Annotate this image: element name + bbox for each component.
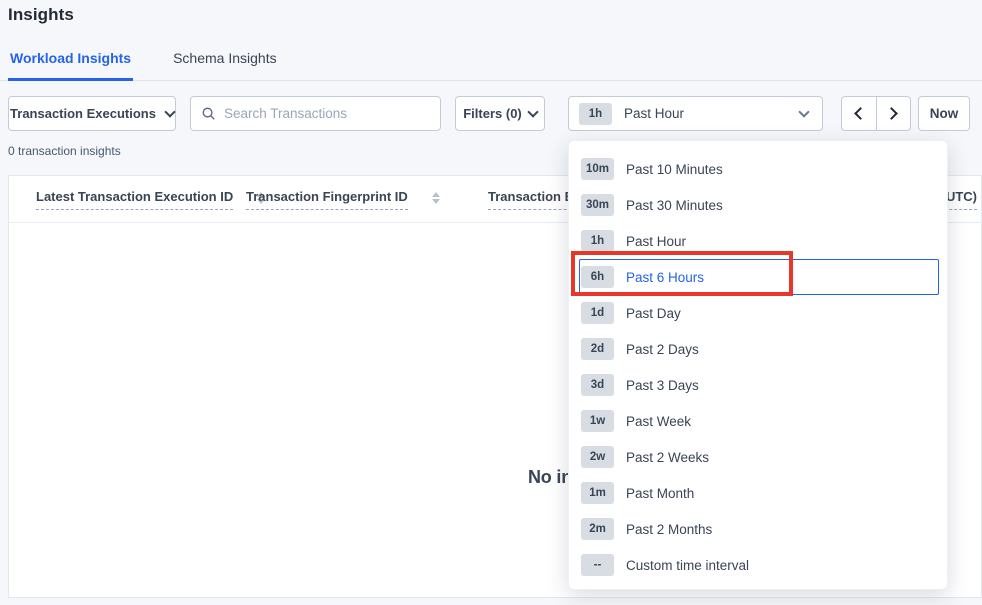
time-option-badge: 2m xyxy=(581,518,614,540)
chevron-down-icon xyxy=(164,106,175,117)
time-option-label: Past Month xyxy=(626,486,694,501)
time-option-badge: -- xyxy=(581,554,614,576)
time-range-label: Past Hour xyxy=(624,106,684,121)
time-option-badge: 1m xyxy=(581,482,614,504)
time-option-2d[interactable]: 2d Past 2 Days xyxy=(579,331,939,367)
time-pager xyxy=(841,96,911,131)
search-icon xyxy=(201,106,216,121)
time-option-label: Past 2 Months xyxy=(626,522,712,537)
tab-schema-insights[interactable]: Schema Insights xyxy=(171,44,279,80)
time-option-label: Past 3 Days xyxy=(626,378,699,393)
time-option-custom[interactable]: -- Custom time interval xyxy=(579,547,939,583)
now-button-label: Now xyxy=(930,106,959,121)
time-option-label: Past 30 Minutes xyxy=(626,198,723,213)
filters-button-label: Filters (0) xyxy=(463,106,522,121)
time-option-30m[interactable]: 30m Past 30 Minutes xyxy=(579,187,939,223)
time-option-label: Custom time interval xyxy=(626,558,749,573)
chevron-down-icon xyxy=(798,106,809,117)
time-option-1m[interactable]: 1m Past Month xyxy=(579,475,939,511)
time-option-1d[interactable]: 1d Past Day xyxy=(579,295,939,331)
time-option-badge: 10m xyxy=(581,158,614,180)
time-option-badge: 1h xyxy=(581,230,614,252)
column-header-transaction-fingerprint-id[interactable]: Transaction Fingerprint ID xyxy=(246,189,440,210)
time-option-3d[interactable]: 3d Past 3 Days xyxy=(579,367,939,403)
time-option-1w[interactable]: 1w Past Week xyxy=(579,403,939,439)
insights-page: Insights Workload Insights Schema Insigh… xyxy=(0,0,982,605)
tab-bar: Workload Insights Schema Insights xyxy=(0,44,982,81)
column-header-latest-transaction-execution-id[interactable]: Latest Transaction Execution ID xyxy=(36,189,265,210)
tab-workload-insights[interactable]: Workload Insights xyxy=(8,44,133,81)
time-range-picker[interactable]: 1h Past Hour xyxy=(568,96,823,131)
time-option-badge: 3d xyxy=(581,374,614,396)
time-option-label: Past 6 Hours xyxy=(626,270,704,285)
sort-icon[interactable] xyxy=(432,192,440,204)
results-count: 0 transaction insights xyxy=(8,144,121,158)
time-option-label: Past Week xyxy=(626,414,691,429)
time-option-6h[interactable]: 6h Past 6 Hours xyxy=(579,259,939,295)
time-interval-dropdown: 10m Past 10 Minutes 30m Past 30 Minutes … xyxy=(568,140,948,590)
search-input[interactable] xyxy=(224,106,430,121)
chevron-down-icon xyxy=(527,106,538,117)
filters-button[interactable]: Filters (0) xyxy=(455,96,545,131)
time-option-label: Past Day xyxy=(626,306,681,321)
time-option-label: Past 10 Minutes xyxy=(626,162,723,177)
now-button[interactable]: Now xyxy=(918,96,970,131)
next-interval-button[interactable] xyxy=(877,97,911,130)
page-title: Insights xyxy=(8,5,74,25)
time-option-10m[interactable]: 10m Past 10 Minutes xyxy=(579,151,939,187)
time-option-label: Past 2 Weeks xyxy=(626,450,709,465)
prev-interval-button[interactable] xyxy=(842,97,877,130)
chevron-left-icon xyxy=(854,107,867,120)
time-option-badge: 2d xyxy=(581,338,614,360)
time-option-label: Past 2 Days xyxy=(626,342,699,357)
workload-type-select[interactable]: Transaction Executions xyxy=(8,96,176,131)
time-option-badge: 1d xyxy=(581,302,614,324)
time-option-2m[interactable]: 2m Past 2 Months xyxy=(579,511,939,547)
search-box[interactable] xyxy=(190,96,441,131)
time-option-1h[interactable]: 1h Past Hour xyxy=(579,223,939,259)
time-option-badge: 6h xyxy=(581,266,614,288)
time-range-badge: 1h xyxy=(579,103,612,125)
time-option-badge: 1w xyxy=(581,410,614,432)
workload-type-select-label: Transaction Executions xyxy=(10,106,156,121)
chevron-right-icon xyxy=(885,107,898,120)
time-option-badge: 30m xyxy=(581,194,614,216)
time-option-2w[interactable]: 2w Past 2 Weeks xyxy=(579,439,939,475)
time-option-label: Past Hour xyxy=(626,234,686,249)
time-option-badge: 2w xyxy=(581,446,614,468)
